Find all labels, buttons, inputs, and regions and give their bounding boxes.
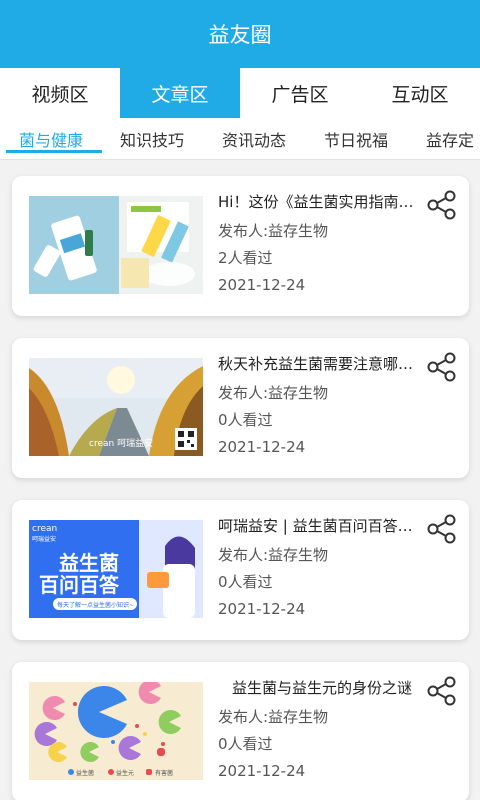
subtab-knowledge-tips[interactable]: 知识技巧 [120,118,184,159]
article-title[interactable]: Hi！这份《益生菌实用指南》请收好！ [218,192,426,212]
subtab-bacteria-health[interactable]: 菌与健康 [19,118,83,159]
article-date: 2021-12-24 [218,438,306,456]
thumbnail-caption: 每天了解一点益生菌小知识~ [57,601,134,609]
article-thumbnail: 益生菌 益生元 有害菌 [29,682,203,780]
article-title[interactable]: 益生菌与益生元的身份之谜 [232,678,432,698]
article-publisher: 发布人:益存生物 [218,384,329,402]
page-title: 益友圈 [208,23,272,47]
thumbnail-brand-text: crean [32,524,57,534]
article-date: 2021-12-24 [218,276,306,294]
thumbnail-legend-harmful: 有害菌 [155,769,173,777]
article-card[interactable]: Hi！这份《益生菌实用指南》请收好！ 发布人:益存生物 2人看过 2021-12… [12,176,469,316]
article-thumbnail: crean 呵瑞益安 益生菌 百问百答 每天了解一点益生菌小知识~ [29,520,203,618]
article-view-count: 0人看过 [218,411,273,429]
article-publisher: 发布人:益存生物 [218,546,329,564]
article-title[interactable]: 呵瑞益安 | 益生菌百问百答（一） [218,516,426,536]
article-publisher: 发布人:益存生物 [218,708,329,726]
article-publisher: 发布人:益存生物 [218,222,329,240]
thumbnail-legend-prebiotic: 益生元 [116,769,134,777]
article-date: 2021-12-24 [218,762,306,780]
tab-articles[interactable]: 文章区 [120,68,240,118]
app-header: 益友圈 [0,0,480,68]
thumbnail-headline-2: 百问百答 [39,573,120,597]
tab-interaction[interactable]: 互动区 [360,68,480,118]
tab-ads[interactable]: 广告区 [240,68,360,118]
sub-tab-bar: 菌与健康 知识技巧 资讯动态 节日祝福 益存定 [0,118,480,160]
article-card[interactable]: crean 呵瑞益安 秋天补充益生菌需要注意哪些问题？ 发布人:益存生物 0人看… [12,338,469,478]
article-card[interactable]: crean 呵瑞益安 益生菌 百问百答 每天了解一点益生菌小知识~ 呵瑞益安 |… [12,500,469,640]
share-icon[interactable] [426,675,458,707]
thumbnail-brand-sub-text: 呵瑞益安 [32,535,56,543]
share-icon[interactable] [426,189,458,221]
thumbnail-brand-text: crean 呵瑞益安 [89,437,153,449]
article-date: 2021-12-24 [218,600,306,618]
thumbnail-headline-1: 益生菌 [59,551,119,575]
article-thumbnail [29,196,203,294]
main-tab-bar: 视频区 文章区 广告区 互动区 [0,68,480,118]
active-subtab-indicator [6,150,102,153]
article-list[interactable]: Hi！这份《益生菌实用指南》请收好！ 发布人:益存生物 2人看过 2021-12… [0,160,480,800]
tab-video[interactable]: 视频区 [0,68,120,118]
share-icon[interactable] [426,513,458,545]
subtab-yicun[interactable]: 益存定 [426,118,474,159]
subtab-holiday-greetings[interactable]: 节日祝福 [324,118,388,159]
article-view-count: 0人看过 [218,573,273,591]
article-title[interactable]: 秋天补充益生菌需要注意哪些问题？ [218,354,426,374]
article-view-count: 2人看过 [218,249,273,267]
share-icon[interactable] [426,351,458,383]
article-card[interactable]: 益生菌 益生元 有害菌 益生菌与益生元的身份之谜 发布人:益存生物 0人看过 2… [12,662,469,800]
article-thumbnail: crean 呵瑞益安 [29,358,203,456]
subtab-news[interactable]: 资讯动态 [222,118,286,159]
article-view-count: 0人看过 [218,735,273,753]
thumbnail-legend-probiotic: 益生菌 [76,769,94,777]
